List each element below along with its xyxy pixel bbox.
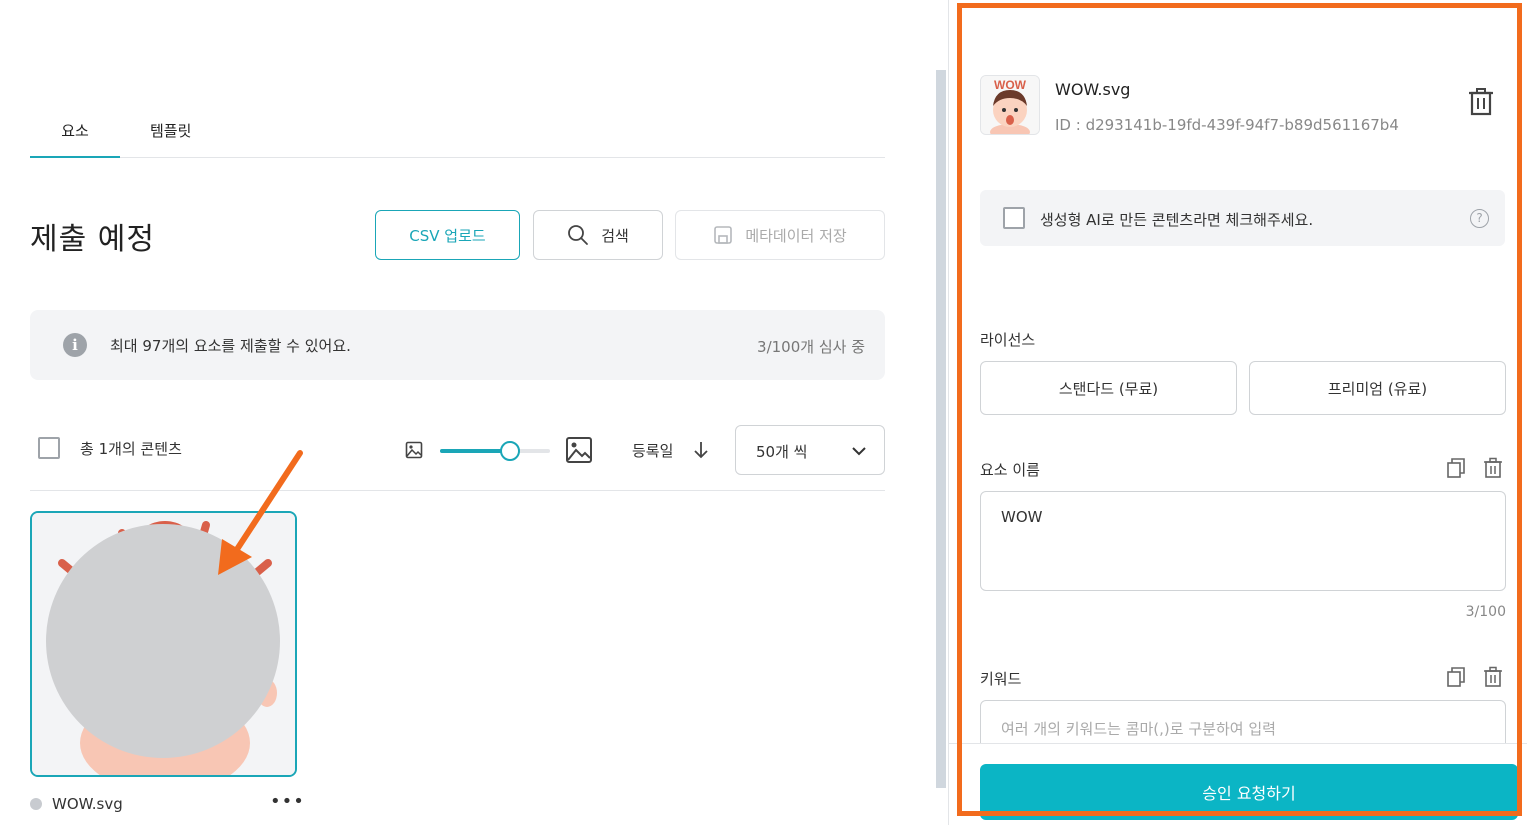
total-count-label: 총 1개의 콘텐츠 (80, 440, 182, 458)
page-title: 제출 예정 (30, 222, 155, 257)
left-scrollbar[interactable] (936, 70, 946, 788)
thumb-wow-text: WOW (994, 78, 1027, 92)
license-standard-button[interactable]: 스탠다드 (무료) (980, 361, 1237, 415)
sort-label[interactable]: 등록일 (632, 440, 673, 461)
element-name-char-count: 3/100 (1465, 604, 1506, 620)
chevron-down-icon (852, 447, 866, 456)
keyword-label: 키워드 (980, 670, 1022, 688)
review-count: 3/100개 심사 중 (757, 338, 865, 356)
info-icon: i (63, 333, 87, 357)
more-options-icon[interactable]: ••• (270, 793, 305, 811)
save-metadata-button[interactable]: 메타데이터 저장 (675, 210, 885, 260)
save-icon (714, 226, 733, 244)
annotation-arrow-icon (218, 450, 303, 575)
search-button[interactable]: 검색 (533, 210, 663, 260)
tab-elements[interactable]: 요소 (30, 120, 120, 158)
info-message: 최대 97개의 요소를 제출할 수 있어요. (110, 337, 351, 355)
search-icon (568, 225, 589, 245)
name-field-actions (1446, 457, 1504, 479)
trash-icon[interactable] (1482, 666, 1504, 688)
csv-upload-label: CSV 업로드 (409, 226, 486, 245)
small-image-icon[interactable] (405, 441, 423, 459)
slider-thumb[interactable] (500, 441, 521, 461)
sort-down-arrow-icon[interactable] (692, 439, 710, 461)
keyword-field-actions (1446, 666, 1504, 688)
ai-content-box: 생성형 AI로 만든 콘텐츠라면 체크해주세요. ? (980, 190, 1505, 246)
csv-upload-button[interactable]: CSV 업로드 (375, 210, 520, 260)
thumbnail-size-slider[interactable] (440, 441, 550, 461)
per-page-select[interactable]: 50개 씩 (735, 425, 885, 475)
content-tabs: 요소 템플릿 (30, 110, 885, 158)
license-premium-button[interactable]: 프리미엄 (유료) (1249, 361, 1506, 415)
info-banner: i 최대 97개의 요소를 제출할 수 있어요. 3/100개 심사 중 (30, 310, 885, 380)
detail-file-name: WOW.svg (1055, 80, 1131, 99)
right-scrollbar[interactable] (1527, 0, 1535, 825)
help-icon[interactable]: ? (1470, 209, 1489, 228)
select-all-checkbox[interactable] (38, 437, 60, 459)
license-label: 라이선스 (980, 331, 1036, 349)
save-metadata-label: 메타데이터 저장 (745, 226, 847, 245)
card-file-name: WOW.svg (52, 795, 123, 813)
large-image-icon[interactable] (565, 436, 593, 464)
status-dot (30, 798, 42, 810)
panel-divider (948, 0, 949, 825)
copy-icon[interactable] (1446, 666, 1466, 688)
list-toolbar: 총 1개의 콘텐츠 등록일 50개 씩 (30, 425, 885, 491)
detail-thumbnail: WOW (980, 75, 1040, 135)
ai-content-checkbox[interactable] (1003, 207, 1025, 229)
detail-file-id: ID : d293141b-19fd-439f-94f7-b89d561167b… (1055, 116, 1399, 134)
request-approval-button[interactable]: 승인 요청하기 (980, 764, 1518, 820)
per-page-value: 50개 씩 (756, 443, 808, 461)
search-label: 검색 (601, 226, 629, 245)
element-name-input[interactable]: WOW (980, 491, 1506, 591)
element-name-label: 요소 이름 (980, 461, 1040, 479)
delete-file-icon[interactable] (1467, 87, 1495, 117)
trash-icon[interactable] (1482, 457, 1504, 479)
tab-templates[interactable]: 템플릿 (150, 120, 191, 158)
ai-content-label: 생성형 AI로 만든 콘텐츠라면 체크해주세요. (1040, 211, 1314, 229)
copy-icon[interactable] (1446, 457, 1466, 479)
wow-face-icon: WOW (981, 76, 1039, 134)
